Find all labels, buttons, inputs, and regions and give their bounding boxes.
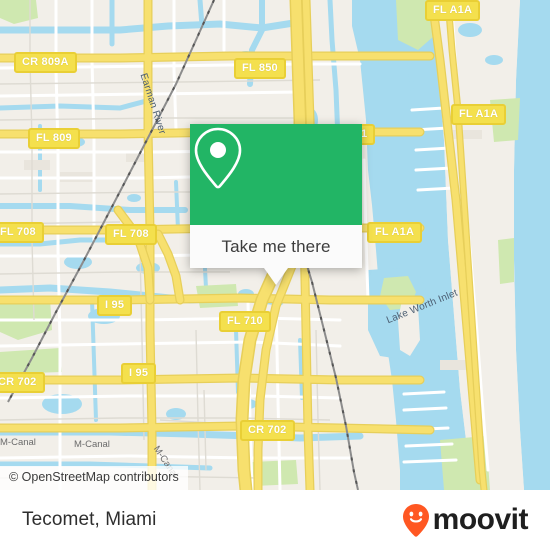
map-canvas[interactable]: Earman River Lake Worth Inlet M-Canal M-… — [0, 0, 550, 490]
road-shield[interactable]: FL A1A — [451, 104, 507, 125]
road-shield[interactable]: FL 710 — [219, 311, 271, 332]
map-attribution[interactable]: © OpenStreetMap contributors — [0, 466, 188, 490]
popup-pin-panel — [190, 124, 362, 225]
road-shield[interactable]: CR 702 — [0, 372, 45, 393]
moovit-pin-smile-icon — [402, 504, 429, 537]
road-shield[interactable]: FL 809 — [28, 128, 80, 149]
location-popup-card[interactable]: Take me there — [190, 124, 362, 285]
popup-tail — [264, 268, 288, 285]
canal-label: M-Canal — [0, 437, 36, 448]
take-me-there-label: Take me there — [221, 236, 331, 256]
attribution-text: © OpenStreetMap contributors — [9, 470, 179, 484]
road-shield[interactable]: FL A1A — [367, 222, 423, 243]
road-shield[interactable]: I 95 — [121, 363, 157, 384]
moovit-map-screen: Earman River Lake Worth Inlet M-Canal M-… — [0, 0, 550, 550]
map-pin-icon — [194, 127, 242, 189]
road-shield[interactable]: FL A1A — [425, 0, 481, 21]
bottom-bar: Tecomet, Miami moovit — [0, 490, 550, 550]
take-me-there-button[interactable]: Take me there — [190, 225, 362, 268]
moovit-brand[interactable]: moovit — [401, 503, 529, 537]
road-shield[interactable]: FL 708 — [0, 222, 44, 243]
moovit-wordmark: moovit — [432, 503, 529, 536]
road-shield[interactable]: CR 809A — [14, 52, 77, 73]
road-shield[interactable]: FL 850 — [234, 58, 286, 79]
canal-label: M-Canal — [74, 439, 110, 450]
road-shield[interactable]: I 95 — [97, 295, 133, 316]
road-shield[interactable]: CR 702 — [240, 420, 295, 441]
place-title: Tecomet, Miami — [22, 509, 157, 530]
road-shield[interactable]: FL 708 — [105, 224, 157, 245]
